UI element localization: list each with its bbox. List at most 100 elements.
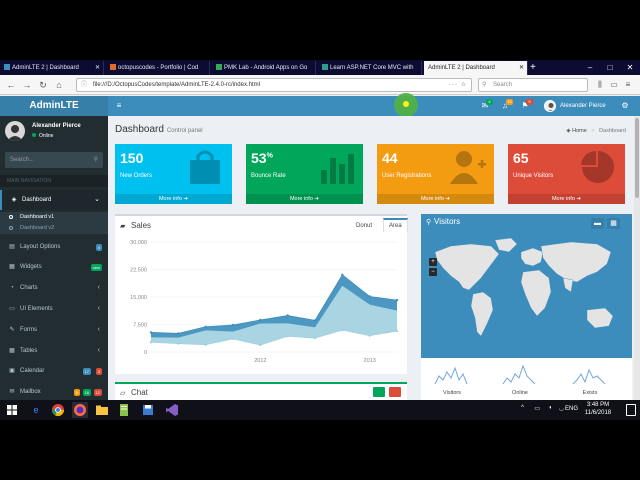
data-point — [149, 331, 153, 334]
breadcrumb: ◈ Home > Dashboard — [566, 128, 626, 134]
browser-tab-active[interactable]: AdminLTE 2 | Dashboard ✕ — [424, 61, 528, 75]
data-point — [395, 298, 399, 302]
sales-area-chart: 0 7,500 15,000 22,500 30,000 2012 2013 — [130, 240, 399, 364]
minimize-button[interactable]: – — [580, 60, 600, 75]
sidebar-subitem-dashboard-v2[interactable]: Dashboard v2 — [0, 223, 108, 234]
visual-studio-icon[interactable] — [164, 402, 180, 418]
sidebar-item-widgets[interactable]: ▦ Widgets new — [0, 257, 108, 277]
mailbox-badge-red: 12 — [93, 389, 102, 396]
maximize-button[interactable]: □ — [600, 60, 620, 75]
firefox-icon[interactable] — [72, 402, 88, 418]
more-info-link[interactable]: More info ➜ — [115, 194, 232, 204]
new-tab-button[interactable]: + — [530, 60, 536, 75]
messages-badge: 4 — [486, 99, 493, 105]
mailbox-badge-green: 16 — [82, 389, 91, 396]
forward-button[interactable]: → — [20, 78, 34, 92]
logo[interactable]: AdminLTE — [0, 96, 108, 116]
data-point — [286, 335, 289, 338]
edge-icon[interactable]: e — [28, 402, 44, 418]
more-info-link[interactable]: More info ➜ — [508, 194, 625, 204]
close-tab-icon[interactable]: ✕ — [519, 61, 524, 75]
floppy-logo-icon — [143, 405, 153, 415]
url-bar[interactable]: ⓘ file:///D:/OctopusCodes/template/Admin… — [76, 78, 472, 92]
browser-tab-4[interactable]: Learn ASP.NET Core MVC with — [318, 61, 422, 75]
chat-status-red-button[interactable] — [389, 387, 401, 397]
sidebar-item-charts[interactable]: ◔ Charts ‹ — [0, 278, 108, 298]
clock-date[interactable]: 11/6/2018 — [580, 410, 616, 416]
header-user-name[interactable]: Alexander Pierce — [560, 96, 606, 116]
inbox-icon: ▰ — [120, 223, 126, 230]
sidebar-subitem-dashboard-v1[interactable]: Dashboard v1 — [0, 212, 108, 223]
volume-icon[interactable]: ◖ — [548, 405, 552, 411]
browser-tab-3[interactable]: PMK Lab - Android Apps on Go — [212, 61, 316, 75]
sidebar-item-calendar[interactable]: ▣ Calendar 17 3 — [0, 361, 108, 381]
back-button[interactable]: ← — [4, 78, 18, 92]
gears-icon[interactable]: ⚙ — [618, 96, 632, 116]
calendar-badge-blue: 17 — [82, 368, 91, 375]
sidebar-search-input[interactable]: Search... ⚲ — [5, 152, 103, 168]
chevron-left-icon: ‹ — [97, 347, 100, 354]
calendar-icon: ▣ — [9, 368, 15, 374]
sidebar-item-ui-elements[interactable]: ▭ UI Elements ‹ — [0, 299, 108, 319]
more-info-link[interactable]: More info ➜ — [246, 194, 363, 204]
menu-icon[interactable]: ≡ — [622, 78, 634, 92]
wifi-icon[interactable]: ◡ — [559, 405, 564, 412]
sidebar-item-dashboard[interactable]: ◈ Dashboard ⌄ — [0, 190, 108, 210]
search-icon[interactable]: ⚲ — [94, 152, 98, 168]
windows-logo-icon — [7, 405, 17, 415]
envelope-icon: ✉ — [9, 389, 15, 395]
page-actions-icon[interactable]: ··· ☆ — [449, 79, 467, 91]
chevron-left-icon: ‹ — [97, 326, 100, 333]
sparkline-label-online: Online — [512, 390, 528, 396]
browser-tab-1[interactable]: AdminLTE 2 | Dashboard ✕ — [0, 61, 104, 75]
tray-expand-icon[interactable]: ^ — [521, 405, 524, 411]
tab-favicon-icon — [4, 64, 10, 70]
reload-button[interactable]: ↻ — [36, 78, 50, 92]
close-tab-icon[interactable]: ✕ — [95, 61, 100, 75]
user-avatar[interactable] — [544, 100, 556, 112]
data-point — [395, 329, 399, 333]
clock-time[interactable]: 3:48 PM — [580, 402, 616, 408]
data-point — [259, 318, 262, 322]
sidebar-toggle-icon[interactable]: ▭ — [608, 78, 620, 92]
sidebar-toggle-hamburger-icon[interactable]: ≡ — [112, 96, 126, 116]
library-icon[interactable]: ⫼ — [594, 78, 606, 92]
sparkline-online — [502, 364, 536, 385]
chat-status-green-button[interactable] — [373, 387, 385, 397]
scrollbar-thumb[interactable] — [635, 118, 639, 198]
map-zoom-in-button[interactable]: + — [429, 258, 437, 266]
sidebar-item-layout-options[interactable]: ▤ Layout Options 4 — [0, 237, 108, 257]
network-icon[interactable]: ▭ — [534, 405, 540, 412]
sales-chart-box: ▰ Sales Donut Area 0 7,500 15,000 22,500 30,… — [115, 214, 408, 374]
tab-area[interactable]: Area — [383, 218, 408, 232]
play-icon — [322, 64, 328, 70]
close-window-button[interactable]: ✕ — [620, 60, 640, 75]
windows-start-icon[interactable] — [4, 402, 20, 418]
map-zoom-out-button[interactable]: − — [429, 268, 437, 276]
unique-visitors-value: 65 — [513, 150, 529, 166]
chevron-left-icon: ‹ — [97, 284, 100, 291]
sidebar-item-forms[interactable]: ✎ Forms ‹ — [0, 320, 108, 340]
file-explorer-icon[interactable] — [94, 402, 110, 418]
language-indicator[interactable]: ENG — [565, 406, 578, 412]
chrome-icon[interactable] — [50, 402, 66, 418]
action-center-icon[interactable] — [626, 404, 636, 416]
info-icon: ⓘ — [81, 82, 88, 88]
chevron-down-icon: ⌄ — [94, 196, 100, 203]
page-scrollbar[interactable] — [634, 116, 640, 420]
breadcrumb-home[interactable]: Home — [572, 128, 587, 134]
calendar-icon[interactable]: ▦ — [607, 218, 620, 229]
date-range-button[interactable]: ▬ — [591, 218, 604, 229]
play-store-icon — [216, 64, 222, 70]
sparklines-svg — [434, 364, 606, 385]
more-info-link[interactable]: More info ➜ — [377, 194, 494, 204]
north-america-shape — [434, 243, 500, 291]
tab-donut[interactable]: Donut — [351, 220, 377, 232]
browser-search-input[interactable]: ⚲ Search — [478, 78, 588, 92]
browser-tab-2[interactable]: octopuscodes - Portfolio | Cod — [106, 61, 210, 75]
sidebar-item-mailbox[interactable]: ✉ Mailbox 5 16 12 — [0, 382, 108, 402]
home-icon[interactable]: ⌂ — [52, 78, 66, 92]
sidebar-item-tables[interactable]: ▦ Tables ‹ — [0, 341, 108, 361]
save-floppy-icon[interactable] — [140, 402, 156, 418]
notepad-icon[interactable] — [116, 402, 132, 418]
